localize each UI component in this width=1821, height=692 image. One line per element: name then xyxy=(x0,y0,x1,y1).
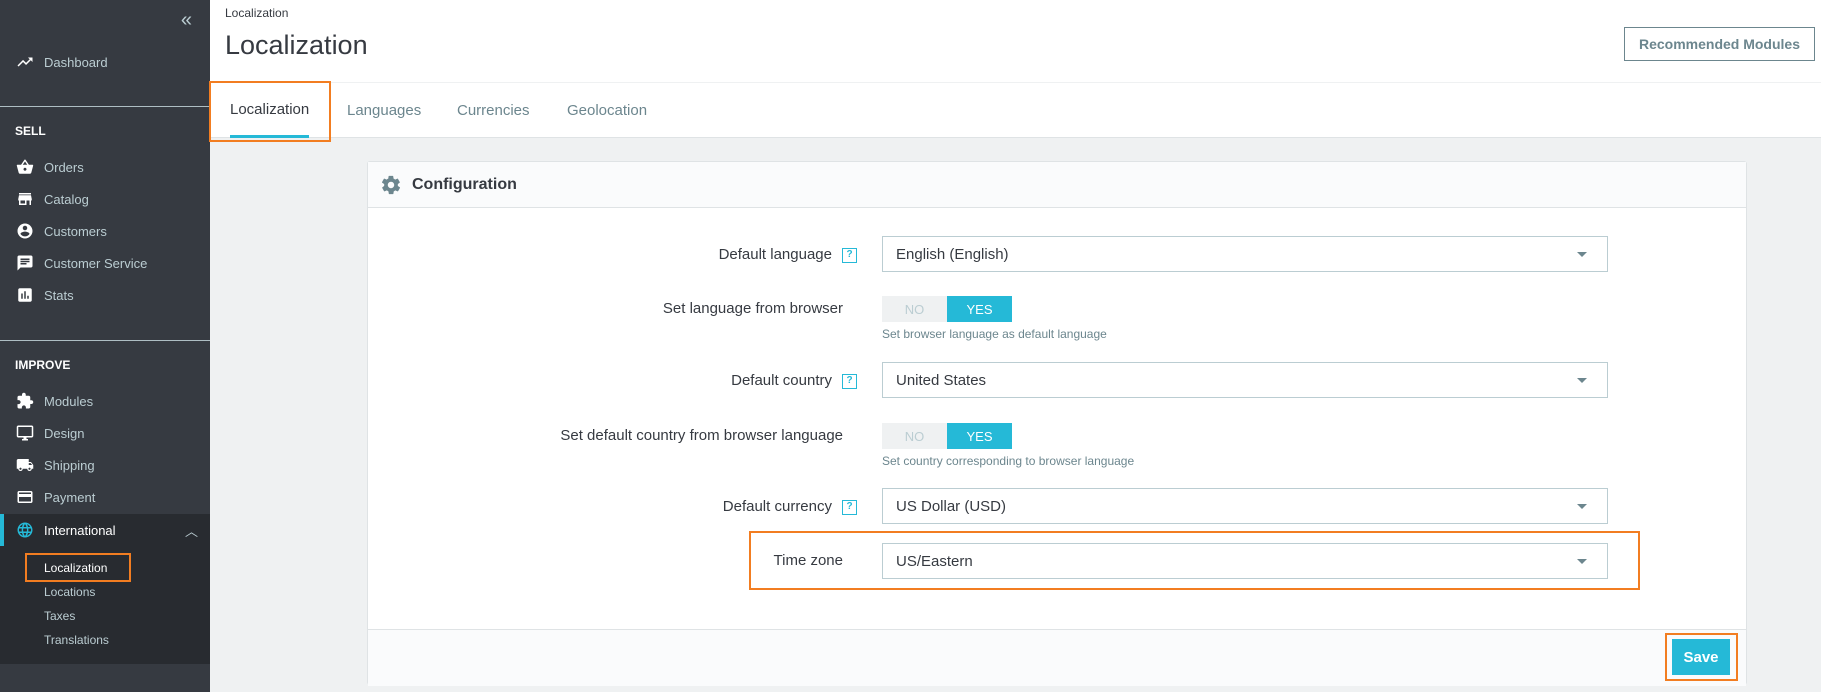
highlight-box xyxy=(25,553,131,582)
sidebar-item-payment[interactable]: Payment xyxy=(0,481,210,513)
sidebar-item-orders[interactable]: Orders xyxy=(0,151,210,183)
credit-card-icon xyxy=(15,487,35,507)
recommended-modules-button[interactable]: Recommended Modules xyxy=(1623,27,1815,61)
sidebar-item-catalog[interactable]: Catalog xyxy=(0,183,210,215)
sidebar-divider xyxy=(0,340,210,341)
select-value: United States xyxy=(896,371,987,389)
highlight-box xyxy=(209,81,331,142)
puzzle-icon xyxy=(15,391,35,411)
highlight-box xyxy=(749,531,1640,590)
store-icon xyxy=(15,189,35,209)
caret-down-icon xyxy=(1577,252,1587,257)
sidebar-item-label: Modules xyxy=(44,393,94,409)
toggle-no[interactable]: NO xyxy=(882,423,947,449)
sidebar-item-label: International xyxy=(44,522,116,538)
toggle-no[interactable]: NO xyxy=(882,296,947,322)
sidebar: « Dashboard SELL Orders Catalog Customer… xyxy=(0,0,210,692)
toggle-yes[interactable]: YES xyxy=(947,296,1012,322)
default-language-select[interactable]: English (English) xyxy=(882,236,1608,272)
sidebar-item-customers[interactable]: Customers xyxy=(0,215,210,247)
caret-down-icon xyxy=(1577,378,1587,383)
default-currency-select[interactable]: US Dollar (USD) xyxy=(882,488,1608,524)
help-icon[interactable]: ? xyxy=(842,373,857,389)
lang-from-browser-label: Set language from browser xyxy=(662,300,843,317)
double-chevron-left-icon[interactable]: « xyxy=(181,10,192,30)
default-country-select[interactable]: United States xyxy=(882,362,1608,398)
chat-icon xyxy=(15,253,35,273)
sidebar-item-stats[interactable]: Stats xyxy=(0,279,210,311)
submenu-item-translations[interactable]: Translations xyxy=(44,633,109,647)
sidebar-item-dashboard[interactable]: Dashboard xyxy=(0,46,210,78)
sidebar-item-label: Design xyxy=(44,425,85,441)
help-text: Set country corresponding to browser lan… xyxy=(882,454,1135,468)
truck-icon xyxy=(15,455,35,475)
sidebar-heading-sell: SELL xyxy=(15,124,46,138)
sidebar-divider xyxy=(0,106,210,107)
lang-from-browser-toggle[interactable]: NO YES xyxy=(882,296,1012,322)
highlight-box xyxy=(1665,633,1738,681)
sidebar-item-label: Customers xyxy=(44,223,107,239)
sidebar-item-label: Shipping xyxy=(44,457,95,473)
help-icon[interactable]: ? xyxy=(842,247,857,263)
sidebar-item-customer-service[interactable]: Customer Service xyxy=(0,247,210,279)
country-from-browser-label: Set default country from browser languag… xyxy=(560,427,843,444)
bar-chart-icon xyxy=(15,285,35,305)
chevron-up-icon[interactable]: ︿ xyxy=(185,521,198,540)
default-country-label: Default country? xyxy=(731,372,857,389)
default-language-label: Default language? xyxy=(719,246,857,263)
sidebar-item-label: Payment xyxy=(44,489,96,505)
caret-down-icon xyxy=(1577,504,1587,509)
account-circle-icon xyxy=(15,221,35,241)
sidebar-item-label: Catalog xyxy=(44,191,89,207)
select-value: US Dollar (USD) xyxy=(896,497,1007,515)
globe-icon xyxy=(15,520,35,540)
submenu-item-taxes[interactable]: Taxes xyxy=(44,609,75,623)
toggle-yes[interactable]: YES xyxy=(947,423,1012,449)
submenu-item-locations[interactable]: Locations xyxy=(44,585,95,599)
basket-icon xyxy=(15,157,35,177)
select-value: English (English) xyxy=(896,245,1009,263)
help-text: Set browser language as default language xyxy=(882,327,1107,341)
country-from-browser-toggle[interactable]: NO YES xyxy=(882,423,1012,449)
help-icon[interactable]: ? xyxy=(842,499,857,515)
sidebar-item-design[interactable]: Design xyxy=(0,417,210,449)
sidebar-item-label: Orders xyxy=(44,159,84,175)
sidebar-item-shipping[interactable]: Shipping xyxy=(0,449,210,481)
sidebar-item-label: Customer Service xyxy=(44,255,148,271)
sidebar-heading-improve: IMPROVE xyxy=(15,358,71,372)
sidebar-item-label: Stats xyxy=(44,287,74,303)
default-currency-label: Default currency? xyxy=(723,498,857,515)
trending-up-icon xyxy=(15,52,35,72)
sidebar-item-international[interactable]: International ︿ xyxy=(0,514,210,546)
page-title: Localization xyxy=(225,30,368,60)
sidebar-item-label: Dashboard xyxy=(44,54,108,70)
desktop-icon xyxy=(15,423,35,443)
breadcrumb[interactable]: Localization xyxy=(225,6,288,20)
sidebar-item-modules[interactable]: Modules xyxy=(0,385,210,417)
